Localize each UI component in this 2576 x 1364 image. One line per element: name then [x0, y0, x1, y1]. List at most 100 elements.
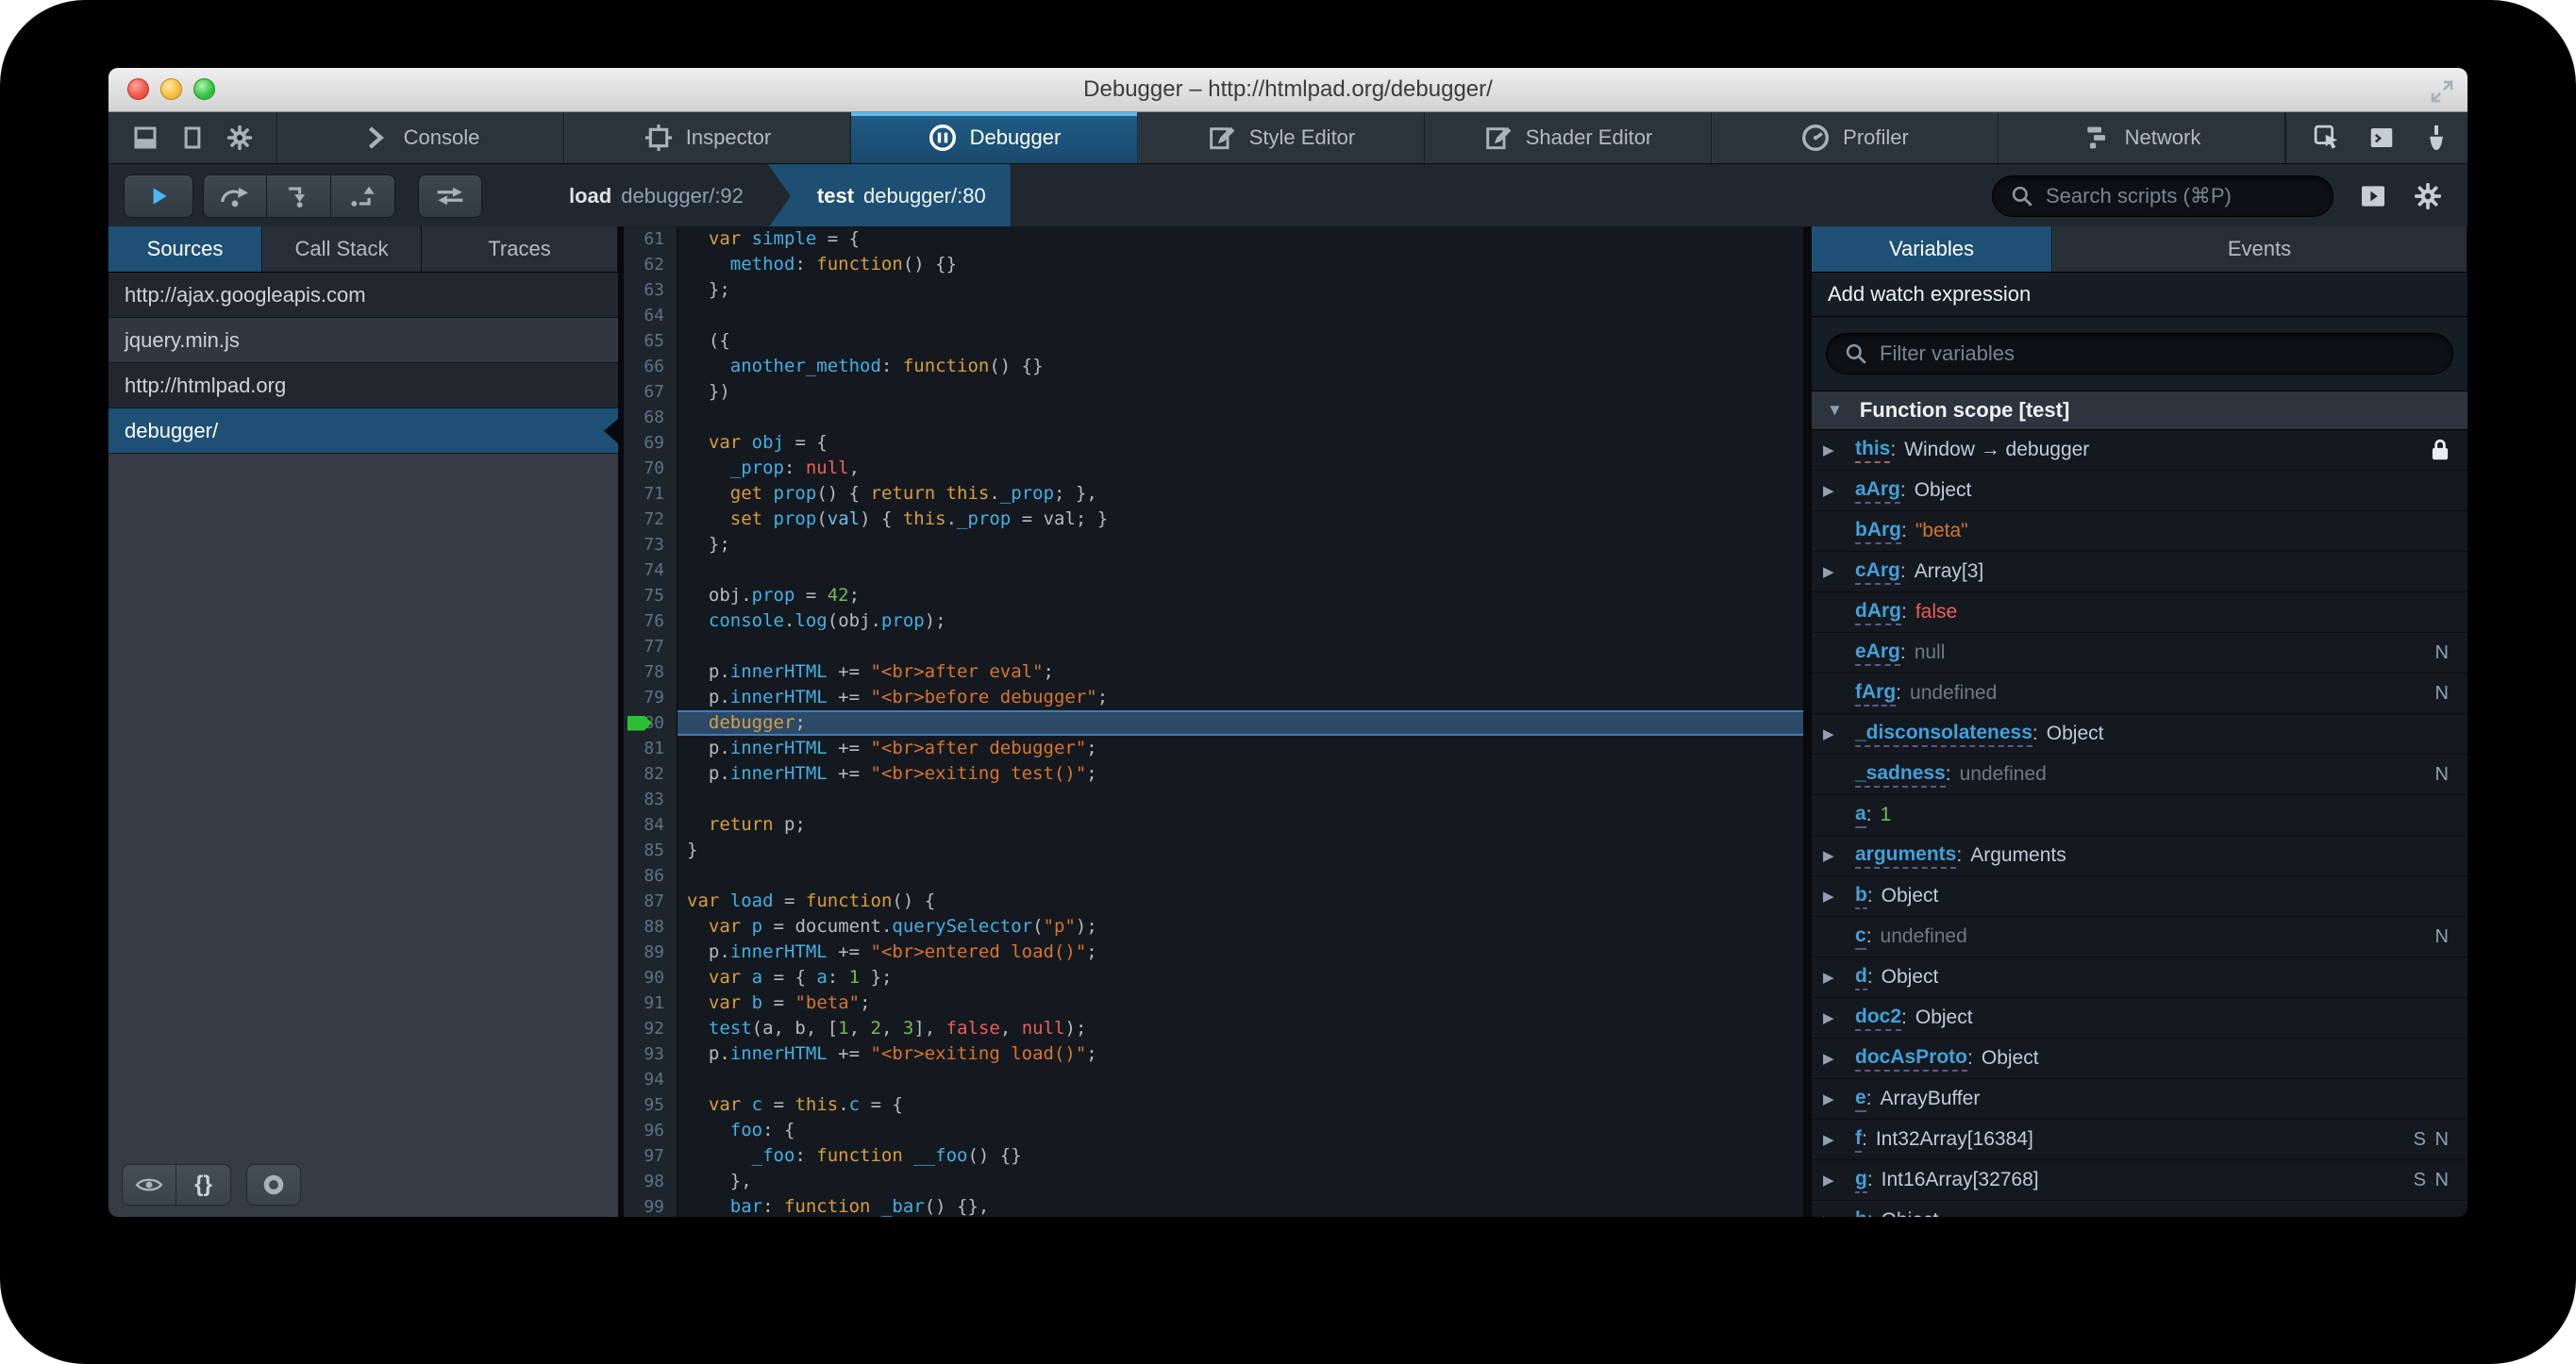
- line-number-92[interactable]: 92: [624, 1016, 677, 1041]
- line-number-65[interactable]: 65: [624, 328, 677, 354]
- code-line-98[interactable]: 98 },: [624, 1169, 1803, 1194]
- tab-profiler[interactable]: Profiler: [1712, 112, 1999, 163]
- code-line-66[interactable]: 66 another_method: function() {}: [624, 354, 1803, 379]
- line-number-91[interactable]: 91: [624, 990, 677, 1016]
- variable-value[interactable]: Object: [1882, 966, 1939, 989]
- variable-row-dArg[interactable]: dArg: false: [1812, 592, 2467, 633]
- source-editor[interactable]: 61 var simple = {62 method: function() {…: [624, 226, 1803, 1217]
- variable-value[interactable]: undefined: [1881, 925, 1967, 948]
- code-line-71[interactable]: 71 get prop() { return this._prop; },: [624, 481, 1803, 507]
- variable-value[interactable]: undefined: [1910, 682, 1997, 705]
- breadcrumb-frame-test[interactable]: test debugger/:80: [767, 164, 1011, 228]
- variable-expander-icon[interactable]: ▶: [1823, 1050, 1855, 1067]
- code-line-79[interactable]: 79 p.innerHTML += "<br>before debugger";: [624, 685, 1803, 710]
- code-line-63[interactable]: 63 };: [624, 277, 1803, 303]
- variable-value[interactable]: false: [1915, 601, 1957, 624]
- code-text[interactable]: p.innerHTML += "<br>exiting test()";: [677, 761, 1803, 787]
- code-text[interactable]: };: [677, 277, 1803, 303]
- variable-expander-icon[interactable]: ▶: [1823, 969, 1855, 986]
- variable-name[interactable]: f: [1855, 1127, 1862, 1153]
- variable-name[interactable]: docAsProto: [1855, 1046, 1968, 1072]
- code-text[interactable]: set prop(val) { this._prop = val; }: [677, 507, 1803, 532]
- line-number-74[interactable]: 74: [624, 557, 677, 583]
- variable-value[interactable]: null: [1915, 641, 1946, 664]
- code-text[interactable]: }): [677, 379, 1803, 405]
- filter-variables-input[interactable]: [1878, 341, 2435, 367]
- code-text[interactable]: obj.prop = 42;: [677, 583, 1803, 608]
- line-number-68[interactable]: 68: [624, 405, 677, 430]
- line-number-84[interactable]: 84: [624, 812, 677, 838]
- code-text[interactable]: [677, 303, 1803, 328]
- tab-style-editor[interactable]: Style Editor: [1138, 112, 1425, 163]
- code-text[interactable]: [677, 1067, 1803, 1092]
- code-line-92[interactable]: 92 test(a, b, [1, 2, 3], false, null);: [624, 1016, 1803, 1041]
- variable-name[interactable]: _disconsolateness: [1855, 722, 2032, 747]
- variable-expander-icon[interactable]: ▶: [1823, 1009, 1855, 1026]
- code-line-94[interactable]: 94: [624, 1067, 1803, 1092]
- variable-value[interactable]: Object: [2047, 723, 2104, 745]
- fullscreen-icon[interactable]: [2428, 77, 2456, 106]
- variable-name[interactable]: arguments: [1855, 843, 1957, 869]
- code-text[interactable]: _prop: null,: [677, 456, 1803, 481]
- paintbrush-icon[interactable]: [2422, 124, 2451, 152]
- variable-row-e[interactable]: ▶ e: ArrayBuffer: [1812, 1079, 2467, 1120]
- line-number-87[interactable]: 87: [624, 889, 677, 914]
- line-number-72[interactable]: 72: [624, 507, 677, 532]
- resume-button[interactable]: [124, 175, 193, 218]
- code-line-74[interactable]: 74: [624, 557, 1803, 583]
- variable-value[interactable]: Int32Array[16384]: [1876, 1128, 2033, 1151]
- code-line-91[interactable]: 91 var b = "beta";: [624, 990, 1803, 1016]
- code-line-85[interactable]: 85}: [624, 838, 1803, 863]
- code-line-67[interactable]: 67 }): [624, 379, 1803, 405]
- code-text[interactable]: [677, 863, 1803, 889]
- variable-name[interactable]: aArg: [1855, 478, 1900, 504]
- variable-row-f[interactable]: ▶ f: Int32Array[16384] S N: [1812, 1120, 2467, 1160]
- variable-expander-icon[interactable]: ▶: [1823, 888, 1855, 905]
- code-text[interactable]: p.innerHTML += "<br>after debugger";: [677, 736, 1803, 761]
- code-text[interactable]: get prop() { return this._prop; },: [677, 481, 1803, 507]
- scope-header[interactable]: ▼ Function scope [test]: [1812, 391, 2467, 430]
- code-line-69[interactable]: 69 var obj = {: [624, 430, 1803, 456]
- panel-toggle-icon[interactable]: [2358, 181, 2388, 211]
- line-number-71[interactable]: 71: [624, 481, 677, 507]
- variable-row-aArg[interactable]: ▶ aArg: Object: [1812, 471, 2467, 511]
- variable-name[interactable]: g: [1855, 1168, 1867, 1193]
- code-line-87[interactable]: 87 var load = function() {: [624, 889, 1803, 914]
- sources-tab-sources[interactable]: Sources: [109, 226, 262, 272]
- variable-row-_sadness[interactable]: _sadness: undefined N: [1812, 755, 2467, 795]
- code-line-72[interactable]: 72 set prop(val) { this._prop = val; }: [624, 507, 1803, 532]
- variable-value[interactable]: Array[3]: [1915, 560, 1984, 583]
- code-text[interactable]: var p = document.querySelector("p");: [677, 914, 1803, 940]
- variable-row-docAsProto[interactable]: ▶ docAsProto: Object: [1812, 1039, 2467, 1079]
- variable-value[interactable]: Object: [1982, 1047, 2039, 1070]
- variable-name[interactable]: h: [1855, 1208, 1867, 1218]
- variable-value[interactable]: Int16Array[32768]: [1882, 1169, 2039, 1191]
- toolbox-options-icon[interactable]: [226, 124, 254, 152]
- code-text[interactable]: bar: function _bar() {},: [677, 1194, 1803, 1217]
- variable-value[interactable]: Object: [1882, 885, 1939, 907]
- line-number-85[interactable]: 85: [624, 838, 677, 863]
- variable-expander-icon[interactable]: ▶: [1823, 725, 1855, 742]
- code-text[interactable]: },: [677, 1169, 1803, 1194]
- variable-row-c[interactable]: c: undefined N: [1812, 917, 2467, 957]
- line-number-89[interactable]: 89: [624, 940, 677, 965]
- step-out-button[interactable]: [331, 175, 395, 218]
- source-item-http-ajax-googleapis-com[interactable]: http://ajax.googleapis.com: [109, 273, 618, 318]
- code-line-97[interactable]: 97 _foo: function __foo() {}: [624, 1143, 1803, 1169]
- pretty-print-button[interactable]: {}: [176, 1164, 231, 1206]
- line-number-73[interactable]: 73: [624, 532, 677, 557]
- blackbox-toggle-button[interactable]: [418, 175, 482, 218]
- code-line-99[interactable]: 99 bar: function _bar() {},: [624, 1194, 1803, 1217]
- code-line-93[interactable]: 93 p.innerHTML += "<br>exiting load()";: [624, 1041, 1803, 1067]
- code-line-88[interactable]: 88 var p = document.querySelector("p");: [624, 914, 1803, 940]
- breadcrumb-frame-load[interactable]: load debugger/:92: [544, 164, 768, 228]
- variable-expander-icon[interactable]: ▶: [1823, 1131, 1855, 1148]
- variable-name[interactable]: b: [1855, 884, 1867, 909]
- zoom-button[interactable]: [193, 78, 215, 100]
- line-number-96[interactable]: 96: [624, 1118, 677, 1143]
- variable-expander-icon[interactable]: ▶: [1823, 441, 1855, 458]
- code-text[interactable]: _foo: function __foo() {}: [677, 1143, 1803, 1169]
- close-button[interactable]: [127, 78, 149, 100]
- code-line-78[interactable]: 78 p.innerHTML += "<br>after eval";: [624, 659, 1803, 685]
- line-number-63[interactable]: 63: [624, 277, 677, 303]
